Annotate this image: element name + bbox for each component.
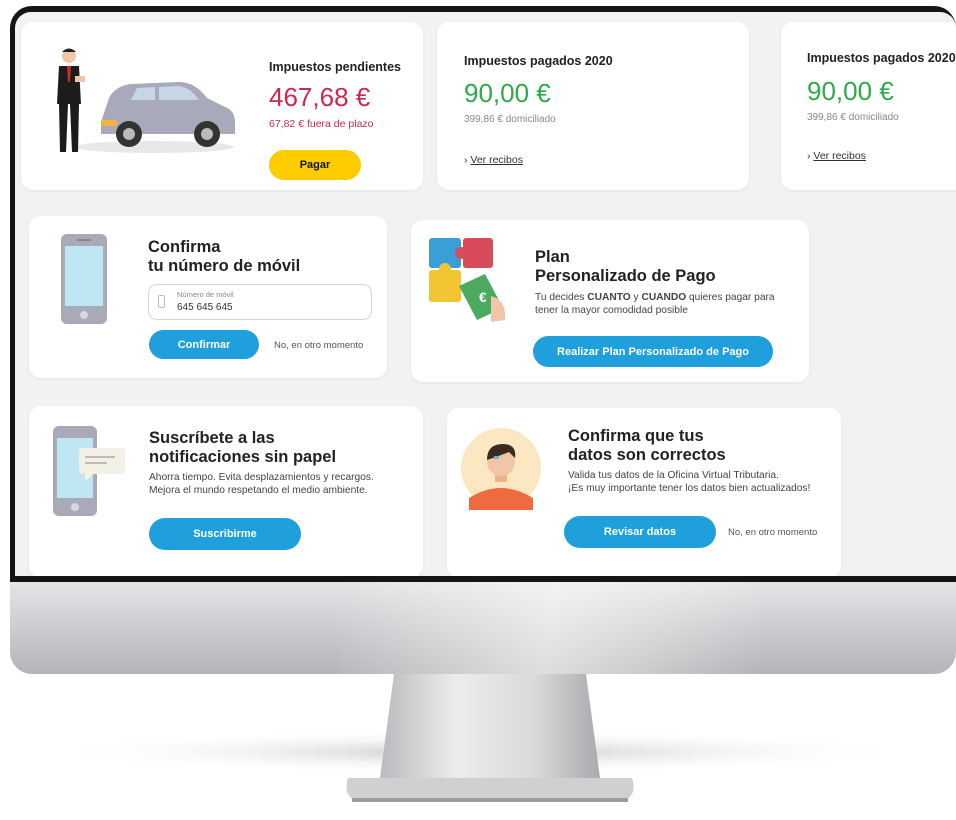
how-much-label: CUANTO — [587, 292, 631, 303]
phone-small-icon — [158, 295, 165, 308]
confirm-data-heading-2: datos son correctos — [568, 446, 726, 464]
smartphone-icon — [61, 234, 107, 324]
confirm-phone-button[interactable]: Confirmar — [149, 330, 259, 359]
euro-symbol: € — [479, 289, 487, 305]
pending-taxes-note: 67,82 € fuera de plazo — [269, 118, 374, 130]
phone-later-link[interactable]: No, en otro momento — [274, 340, 363, 351]
view-receipts-link[interactable]: › Ver recibos — [464, 154, 523, 166]
monitor-stand — [40, 674, 920, 802]
paid-taxes-card-2: Impuestos pagados 2020 90,00 € 399,86 € … — [781, 22, 956, 190]
pending-taxes-amount: 467,68 € — [269, 82, 371, 112]
paid-taxes-note-2: 399,86 € domiciliado — [807, 112, 899, 123]
phone-notification-icon — [53, 426, 125, 516]
pending-taxes-card: Impuestos pendientes 467,68 € 67,82 € fu… — [21, 22, 423, 190]
view-receipts-link-2[interactable]: › Ver recibos — [807, 150, 866, 162]
when-label: CUANDO — [641, 292, 687, 303]
paid-taxes-amount: 90,00 € — [464, 78, 551, 108]
create-plan-button[interactable]: Realizar Plan Personalizado de Pago — [533, 336, 773, 367]
imac-monitor: Impuestos pendientes 467,68 € 67,82 € fu… — [0, 0, 956, 820]
confirm-phone-card: Confirma tu número de móvil Número de mó… — [29, 216, 387, 378]
businessman-car-illustration — [57, 48, 235, 153]
payment-plan-card: € Plan Personalizado de Pago Tu decides … — [411, 220, 809, 382]
paid-taxes-title: Impuestos pagados 2020 — [464, 54, 613, 68]
subscribe-card: Suscríbete a las notificaciones sin pape… — [29, 406, 423, 576]
view-receipts-label-2: Ver recibos — [813, 150, 866, 162]
subscribe-button[interactable]: Suscribirme — [149, 518, 301, 550]
view-receipts-label: Ver recibos — [470, 154, 523, 166]
puzzle-payment-illustration: € — [429, 238, 506, 322]
chevron-right-icon: › — [807, 150, 811, 162]
user-avatar-illustration — [461, 428, 541, 510]
paid-taxes-note: 399,86 € domiciliado — [464, 114, 556, 125]
subscribe-heading-1: Suscríbete a las — [149, 429, 275, 447]
review-data-button[interactable]: Revisar datos — [564, 516, 716, 548]
confirm-data-card: Confirma que tus datos son correctos Val… — [447, 408, 841, 576]
screen: Impuestos pendientes 467,68 € 67,82 € fu… — [15, 12, 956, 576]
data-later-link[interactable]: No, en otro momento — [728, 527, 817, 538]
pending-taxes-title: Impuestos pendientes — [269, 60, 401, 74]
subscribe-desc: Ahorra tiempo. Evita desplazamientos y r… — [149, 472, 374, 496]
payment-plan-heading-2: Personalizado de Pago — [535, 267, 716, 285]
confirm-phone-heading-1: Confirma — [148, 238, 221, 256]
paid-taxes-amount-2: 90,00 € — [807, 76, 894, 106]
confirm-phone-heading-2: tu número de móvil — [148, 257, 301, 275]
confirm-data-heading-1: Confirma que tus — [568, 427, 704, 445]
subscribe-heading-2: notificaciones sin papel — [149, 448, 337, 466]
monitor-chin — [10, 582, 956, 674]
confirm-data-desc: Valida tus datos de la Oficina Virtual T… — [568, 470, 811, 494]
payment-plan-desc: Tu decides CUANTO y CUANDO quieres pagar… — [535, 292, 775, 316]
phone-number-input[interactable]: Número de móvil 645 645 645 — [148, 284, 372, 320]
phone-number-label: Número de móvil — [177, 290, 234, 299]
paid-taxes-card: Impuestos pagados 2020 90,00 € 399,86 € … — [437, 22, 749, 190]
paid-taxes-title-2: Impuestos pagados 2020 — [807, 51, 956, 65]
payment-plan-heading-1: Plan — [535, 248, 570, 266]
pay-button[interactable]: Pagar — [269, 150, 361, 180]
phone-number-value: 645 645 645 — [177, 302, 233, 313]
chevron-right-icon: › — [464, 154, 468, 166]
